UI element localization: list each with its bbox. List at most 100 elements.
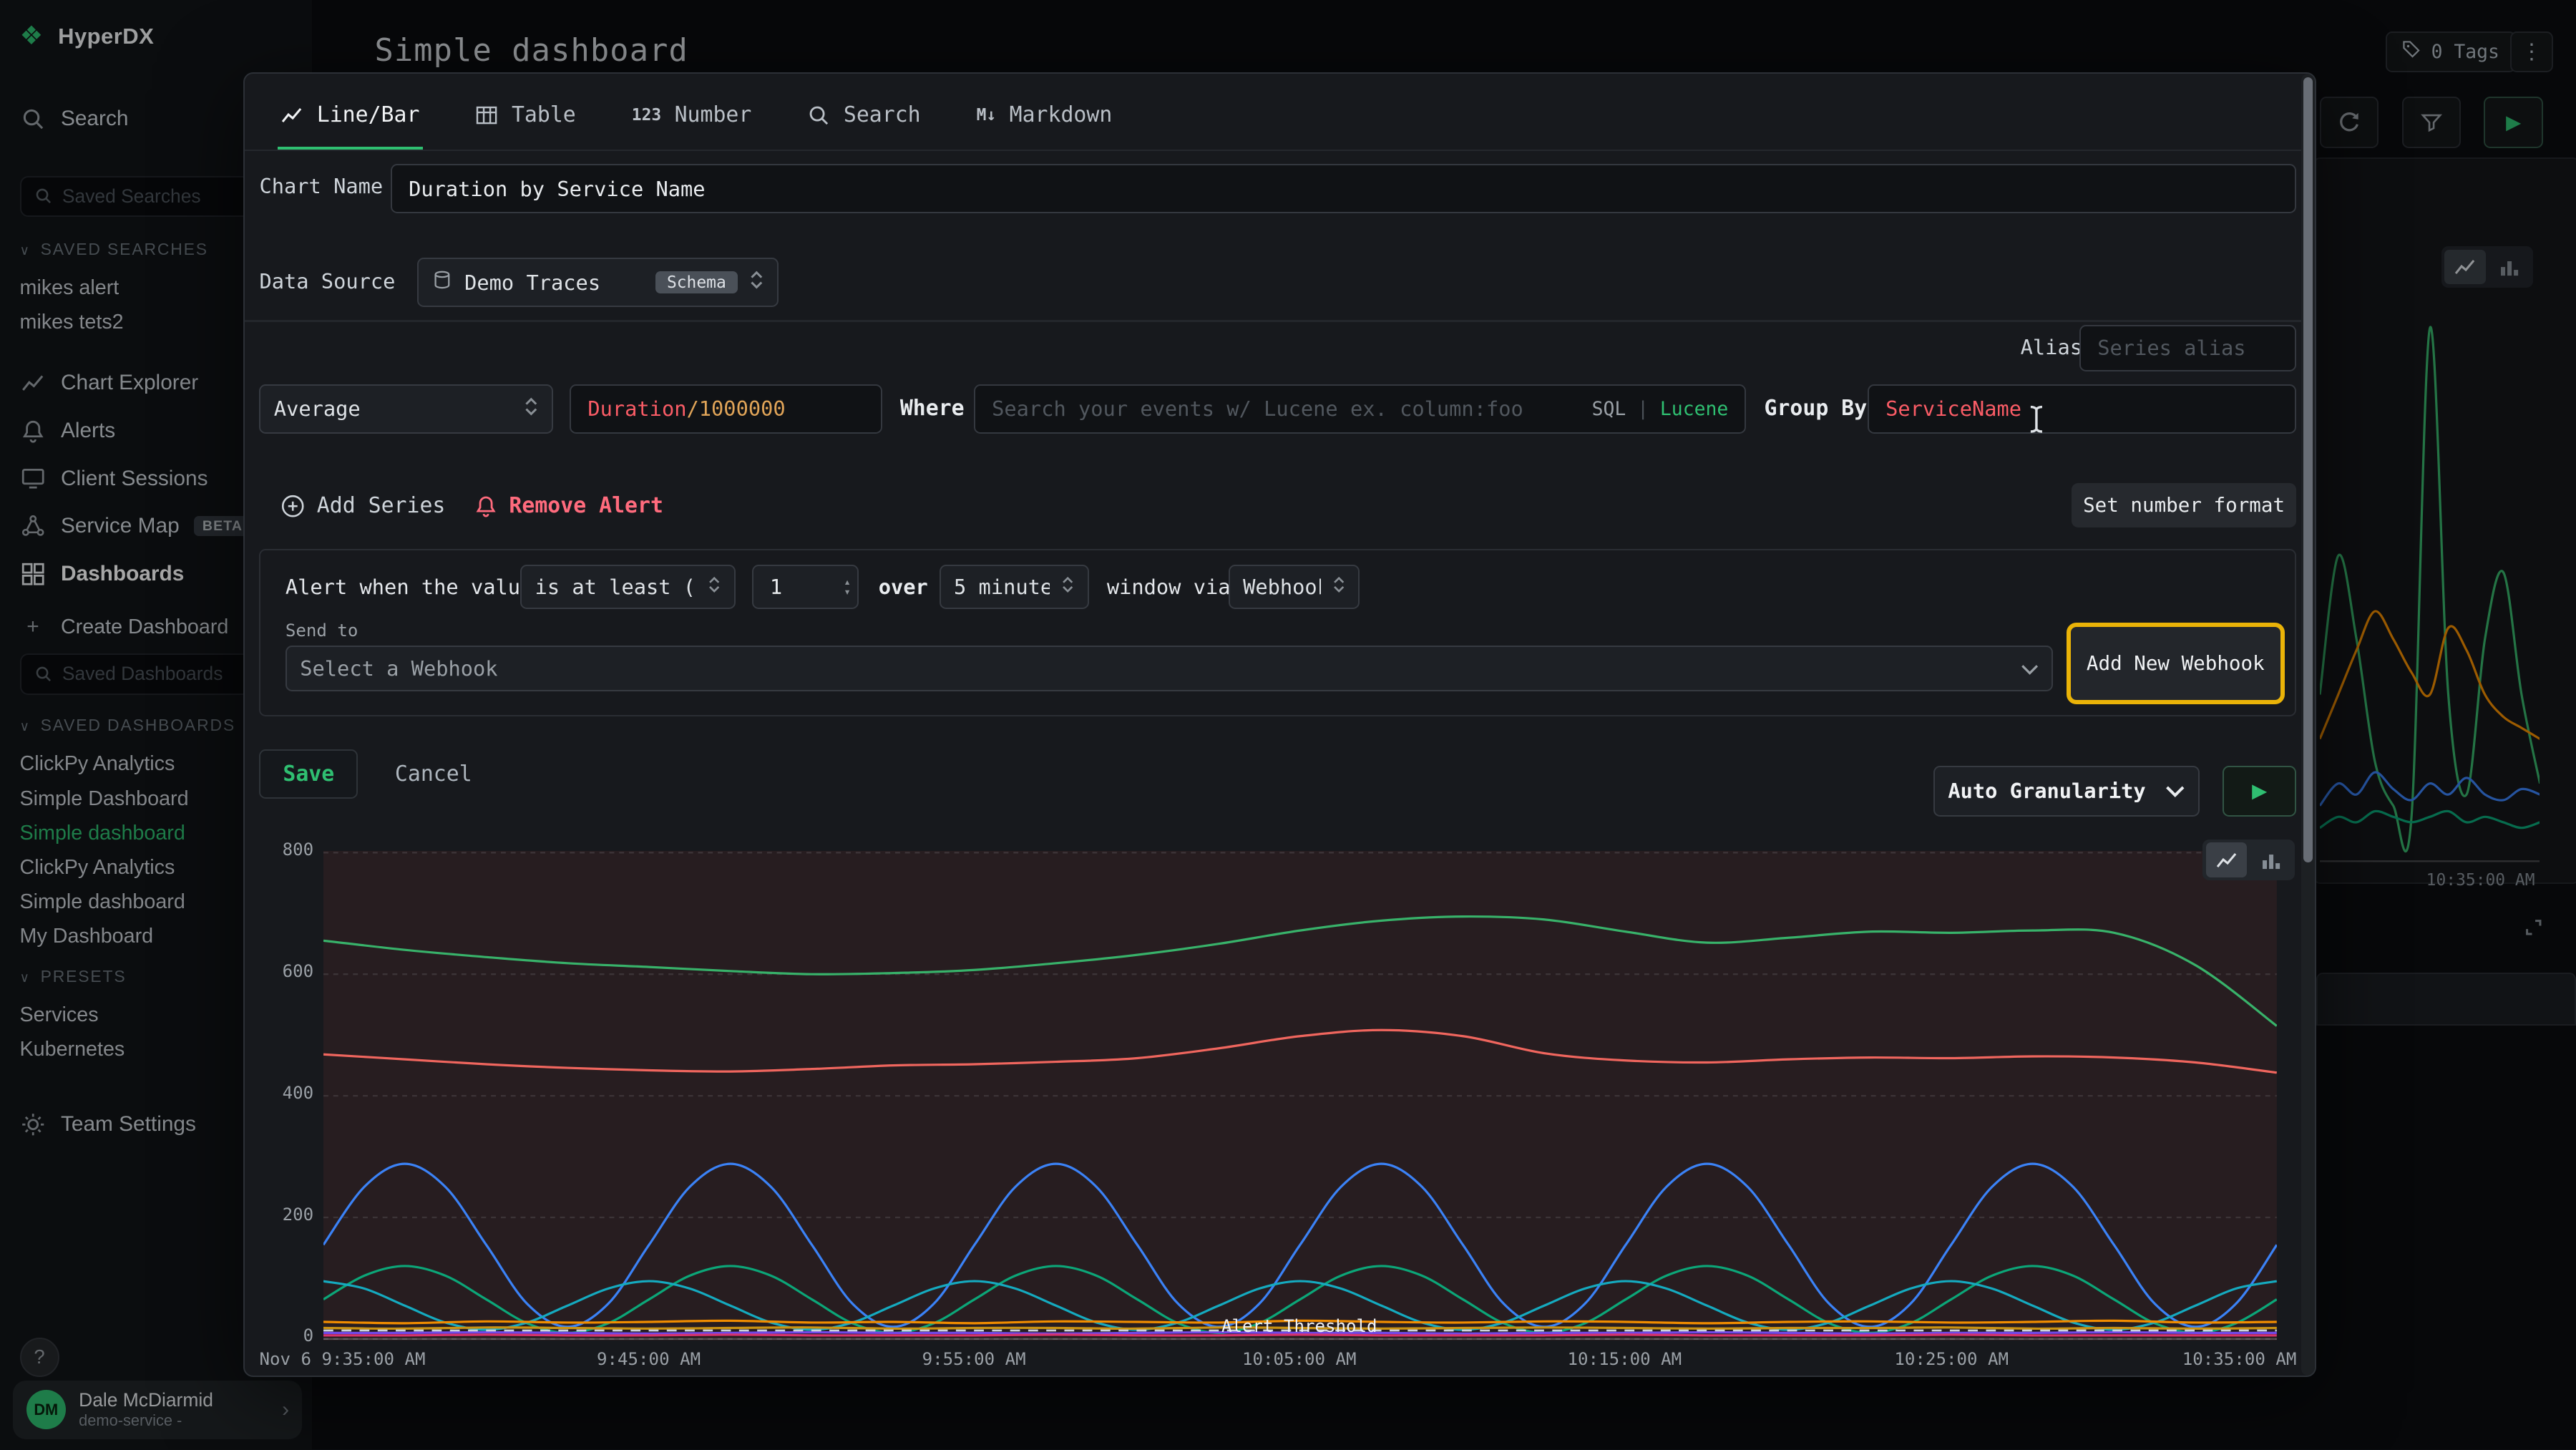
field-token: Duration bbox=[587, 396, 686, 421]
comparator-value: is at least (≥) bbox=[535, 575, 697, 599]
line-chart-icon bbox=[280, 104, 303, 127]
x-tick: 10:15:00 AM bbox=[1526, 1349, 1724, 1369]
threshold-value: 1 bbox=[770, 575, 782, 599]
chevron-updown-icon bbox=[1332, 574, 1345, 600]
tab-bar: Line/Bar Table 123 Number Search M↓ Mark… bbox=[278, 84, 1165, 150]
threshold-input[interactable]: 1 ▴▾ bbox=[752, 565, 859, 609]
table-icon bbox=[475, 104, 498, 127]
language-divider: | bbox=[1637, 398, 1649, 420]
chart-name-input[interactable] bbox=[391, 164, 2296, 213]
sql-toggle[interactable]: SQL bbox=[1592, 398, 1626, 420]
schema-badge: Schema bbox=[655, 271, 738, 293]
aggregation-select[interactable]: Average bbox=[259, 384, 553, 434]
alert-prefix-label: Alert when the value bbox=[286, 575, 532, 599]
lucene-toggle[interactable]: Lucene bbox=[1660, 398, 1728, 420]
x-tick: 10:05:00 AM bbox=[1201, 1349, 1398, 1369]
add-series-button[interactable]: Add Series bbox=[280, 488, 445, 525]
search-query-input[interactable]: Search your events w/ Lucene ex. column:… bbox=[974, 384, 1746, 434]
chart-type-toggle[interactable] bbox=[2202, 840, 2295, 880]
group-by-input[interactable]: ServiceName bbox=[1868, 384, 2296, 434]
chevron-updown-icon bbox=[524, 395, 539, 423]
x-tick: 9:45:00 AM bbox=[550, 1349, 748, 1369]
send-to-label: Send to bbox=[286, 621, 358, 641]
plus-circle-icon bbox=[280, 494, 305, 518]
database-icon bbox=[431, 269, 453, 296]
remove-alert-button[interactable]: Remove Alert bbox=[474, 488, 663, 525]
webhook-placeholder: Select a Webhook bbox=[300, 656, 2009, 681]
data-source-select[interactable]: Demo Traces Schema bbox=[417, 258, 779, 307]
window-value: 5 minute bbox=[954, 575, 1050, 599]
x-tick: Nov 6 9:35:00 AM bbox=[259, 1349, 538, 1369]
alias-label: Alias bbox=[2021, 335, 2082, 359]
bar-chart-icon[interactable] bbox=[2250, 842, 2291, 877]
save-button[interactable]: Save bbox=[259, 749, 358, 799]
spin-down-icon[interactable]: ▾ bbox=[844, 587, 851, 597]
bell-icon bbox=[474, 495, 497, 517]
number-icon: 123 bbox=[632, 106, 661, 125]
tab-label: Table bbox=[512, 102, 576, 127]
granularity-select[interactable]: Auto Granularity bbox=[1933, 766, 2200, 817]
x-tick: 9:55:00 AM bbox=[875, 1349, 1073, 1369]
spinner-buttons[interactable]: ▴▾ bbox=[844, 577, 851, 597]
webhook-select[interactable]: Select a Webhook bbox=[286, 646, 2053, 691]
cancel-button[interactable]: Cancel bbox=[376, 749, 491, 799]
remove-alert-label: Remove Alert bbox=[509, 493, 663, 518]
tab-markdown[interactable]: M↓ Markdown bbox=[973, 84, 1116, 150]
chevron-updown-icon bbox=[1061, 574, 1074, 600]
field-input[interactable]: Duration/1000000 bbox=[570, 384, 882, 434]
divisor-token: /1000000 bbox=[686, 396, 785, 421]
x-tick: 10:35:00 AM bbox=[2099, 1349, 2297, 1369]
channel-value: Webhook bbox=[1243, 575, 1321, 599]
chevron-down-icon bbox=[2021, 656, 2039, 681]
via-label: window via bbox=[1107, 575, 1231, 599]
play-icon: ▶ bbox=[2252, 779, 2267, 802]
y-tick: 600 bbox=[251, 961, 313, 981]
add-new-webhook-button[interactable]: Add New Webhook bbox=[2067, 623, 2285, 705]
tab-line-bar[interactable]: Line/Bar bbox=[278, 84, 423, 150]
section-divider bbox=[245, 320, 2315, 321]
where-label: Where bbox=[900, 396, 965, 421]
y-tick: 0 bbox=[251, 1325, 313, 1346]
duration-chart bbox=[323, 851, 2277, 1340]
tab-label: Line/Bar bbox=[317, 102, 420, 127]
aggregation-value: Average bbox=[274, 396, 513, 421]
alert-threshold-label: Alert Threshold bbox=[1168, 1316, 1430, 1336]
search-query-placeholder: Search your events w/ Lucene ex. column:… bbox=[992, 396, 1523, 421]
alias-input[interactable] bbox=[2079, 325, 2296, 371]
data-source-value: Demo Traces bbox=[464, 271, 644, 295]
x-tick: 10:25:00 AM bbox=[1853, 1349, 2050, 1369]
line-chart-icon[interactable] bbox=[2206, 842, 2247, 877]
chevron-updown-icon bbox=[708, 574, 721, 600]
y-tick: 800 bbox=[251, 840, 313, 860]
y-tick: 200 bbox=[251, 1205, 313, 1225]
search-icon bbox=[807, 104, 830, 127]
chevron-down-icon bbox=[2165, 779, 2185, 803]
add-series-label: Add Series bbox=[317, 493, 446, 518]
tab-search[interactable]: Search bbox=[804, 84, 924, 150]
tab-label: Search bbox=[844, 102, 921, 127]
chart-editor-modal: Line/Bar Table 123 Number Search M↓ Mark… bbox=[243, 72, 2316, 1377]
tab-divider bbox=[245, 150, 2315, 151]
over-label: over bbox=[879, 575, 928, 599]
tab-number[interactable]: 123 Number bbox=[628, 84, 755, 150]
tab-label: Number bbox=[675, 102, 752, 127]
scrollbar-thumb[interactable] bbox=[2303, 77, 2313, 862]
set-number-format-button[interactable]: Set number format bbox=[2072, 483, 2297, 527]
chart-name-label: Chart Name bbox=[259, 174, 383, 198]
group-by-label: Group By bbox=[1764, 396, 1867, 421]
modal-scrollbar[interactable] bbox=[2301, 74, 2314, 1376]
markdown-icon: M↓ bbox=[977, 106, 997, 125]
comparator-select[interactable]: is at least (≥) bbox=[520, 565, 736, 609]
text-cursor-icon bbox=[2026, 404, 2047, 442]
run-chart-button[interactable]: ▶ bbox=[2223, 766, 2296, 817]
channel-select[interactable]: Webhook bbox=[1229, 565, 1360, 609]
chevron-updown-icon bbox=[749, 268, 764, 296]
window-select[interactable]: 5 minute bbox=[940, 565, 1089, 609]
granularity-value: Auto Granularity bbox=[1948, 779, 2154, 803]
alert-config-panel: Alert when the value is at least (≥) 1 ▴… bbox=[259, 549, 2296, 716]
tab-table[interactable]: Table bbox=[472, 84, 579, 150]
query-language-toggle: SQL | Lucene bbox=[1592, 398, 1729, 420]
screen: Simple dashboard 0 Tags ⋮ ▶ 10:35:00 AM bbox=[0, 0, 2576, 1449]
tab-label: Markdown bbox=[1010, 102, 1113, 127]
data-source-label: Data Source bbox=[259, 269, 395, 293]
